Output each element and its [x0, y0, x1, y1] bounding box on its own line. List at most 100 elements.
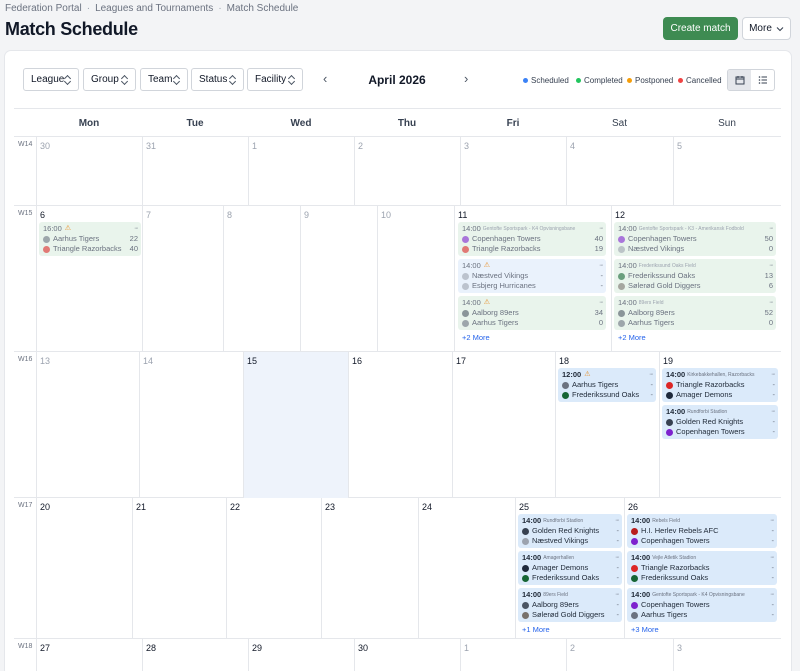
event-menu-icon[interactable]: ··· — [597, 224, 603, 234]
list-view-button[interactable] — [751, 70, 774, 90]
day-cell[interactable]: 3 — [673, 639, 781, 671]
match-event[interactable]: 14:00 89ers Field ··· Aalborg 89ers - Sølerød… — [518, 588, 622, 622]
event-menu-icon[interactable]: ··· — [769, 370, 775, 380]
day-cell[interactable]: 27 — [36, 639, 142, 671]
warning-icon: ⚠ — [584, 371, 591, 378]
event-menu-icon[interactable]: ··· — [613, 553, 619, 563]
match-event[interactable]: 14:00 Rebels Field ··· H.I. Herlev Rebels A… — [627, 514, 777, 548]
match-event[interactable]: 16:00 ⚠ ··· Aarhus Tigers 22 Triangle Razorba… — [39, 222, 141, 256]
match-event[interactable]: 14:00 Gentofte Sportspark - K4 Opvisnings… — [627, 588, 777, 622]
day-cell[interactable]: 2 — [354, 137, 460, 206]
day-cell[interactable]: 28 — [142, 639, 248, 671]
event-menu-icon[interactable]: ··· — [767, 224, 773, 234]
filter-facility[interactable]: Facility — [247, 68, 303, 91]
day-cell[interactable]: 4 — [566, 137, 673, 206]
match-event[interactable]: 14:00 Rundforbi Stadion ··· Golden Red Knig… — [662, 405, 778, 439]
event-menu-icon[interactable]: ··· — [647, 370, 653, 380]
event-menu-icon[interactable]: ··· — [768, 553, 774, 563]
match-event[interactable]: 14:00 ⚠ ··· Aalborg 89ers 34 Aarhus Tigers 0 — [458, 296, 606, 330]
more-button[interactable]: More — [742, 17, 791, 40]
event-menu-icon[interactable]: ··· — [597, 261, 603, 271]
day-cell[interactable]: 30 — [354, 639, 460, 671]
next-month-icon[interactable]: › — [464, 71, 468, 86]
day-cell[interactable]: 7 — [142, 206, 223, 352]
breadcrumb-leagues[interactable]: Leagues and Tournaments — [95, 3, 213, 14]
match-event[interactable]: 12:00 ⚠ ··· Aarhus Tigers - Frederikssund Oak… — [558, 368, 656, 402]
weekday-sun: Sun — [718, 118, 736, 129]
event-menu-icon[interactable]: ··· — [597, 298, 603, 308]
select-arrows-icon — [64, 74, 72, 86]
day-cell[interactable]: 31 — [142, 137, 248, 206]
team-name: H.I. Herlev Rebels AFC — [641, 526, 719, 535]
match-event[interactable]: 14:00 Gentofte Sportspark - K4 Opvisnings… — [458, 222, 606, 256]
day-cell[interactable]: 23 — [321, 498, 418, 639]
team-score: 52 — [764, 308, 773, 317]
team-score: - — [771, 600, 775, 609]
day-cell[interactable]: 15 — [243, 352, 348, 498]
day-cell[interactable]: 24 — [418, 498, 515, 639]
day-cell[interactable]: 9 — [300, 206, 377, 352]
team-row: Frederikssund Oaks - — [562, 390, 653, 400]
more-events-link[interactable]: +3 More — [631, 625, 659, 634]
schedule-card: League Group Team Status Facility ‹ Apri… — [5, 51, 791, 671]
event-menu-icon[interactable]: ··· — [768, 516, 774, 526]
team-row: H.I. Herlev Rebels AFC - — [631, 526, 774, 536]
team-logo-icon — [618, 282, 625, 290]
day-cell[interactable]: 30 — [36, 137, 142, 206]
filter-status[interactable]: Status — [191, 68, 244, 91]
calendar-view-button[interactable] — [728, 70, 751, 90]
create-match-button[interactable]: Create match — [663, 17, 738, 40]
day-cell[interactable]: 3 — [460, 137, 566, 206]
more-events-link[interactable]: +2 More — [618, 333, 646, 342]
match-event[interactable]: 14:00 Vejle Atletik Stadion ··· Triangle Ra… — [627, 551, 777, 585]
breadcrumb-separator: · — [86, 3, 91, 14]
day-cell[interactable]: 1 — [248, 137, 354, 206]
date-number: 1 — [464, 643, 470, 653]
team-row: Næstved Vikings - — [522, 536, 619, 546]
match-event[interactable]: 14:00 89ers Field ··· Aalborg 89ers 52 Aarhus… — [614, 296, 776, 330]
team-score: 0 — [768, 244, 773, 253]
day-cell[interactable]: 1 — [460, 639, 566, 671]
day-cell[interactable]: 13 — [36, 352, 139, 498]
filter-league[interactable]: League — [23, 68, 79, 91]
match-event[interactable]: 14:00 Frederikssund Oaks Field ··· Frederik… — [614, 259, 776, 293]
more-events-link[interactable]: +1 More — [522, 625, 550, 634]
legend-label: Cancelled — [686, 76, 722, 85]
event-menu-icon[interactable]: ··· — [613, 590, 619, 600]
match-event[interactable]: 14:00 Kirkebakkehallen, Razorbacks ··· Tria… — [662, 368, 778, 402]
match-event[interactable]: 14:00 Gentofte Sportspark - K3 - Amerikan… — [614, 222, 776, 256]
event-menu-icon[interactable]: ··· — [768, 590, 774, 600]
match-event[interactable]: 14:00 Rundforbi Stadion ··· Golden Red Knig… — [518, 514, 622, 548]
day-cell[interactable]: 22 — [226, 498, 321, 639]
team-logo-icon — [618, 245, 625, 253]
event-menu-icon[interactable]: ··· — [767, 261, 773, 271]
day-cell[interactable]: 29 — [248, 639, 354, 671]
event-menu-icon[interactable]: ··· — [767, 298, 773, 308]
match-event[interactable]: 14:00 Amagerhallen ··· Amager Demons - Freder… — [518, 551, 622, 585]
day-cell[interactable]: 21 — [132, 498, 226, 639]
date-number: 2 — [358, 141, 364, 151]
event-menu-icon[interactable]: ··· — [613, 516, 619, 526]
prev-month-icon[interactable]: ‹ — [323, 71, 327, 86]
event-menu-icon[interactable]: ··· — [132, 224, 138, 234]
legend-label: Postponed — [635, 76, 674, 85]
week-row: W14 30 31 1 2 3 4 5 — [14, 137, 781, 206]
breadcrumb-federation-portal[interactable]: Federation Portal — [5, 3, 82, 14]
day-cell[interactable]: 2 — [566, 639, 673, 671]
more-events-link[interactable]: +2 More — [462, 333, 490, 342]
filter-group[interactable]: Group — [83, 68, 136, 91]
day-cell[interactable]: 5 — [673, 137, 781, 206]
team-score: - — [650, 390, 654, 399]
day-cell[interactable]: 8 — [223, 206, 300, 352]
match-event[interactable]: 14:00 ⚠ ··· Næstved Vikings - Esbjerg Hurrica… — [458, 259, 606, 293]
day-cell[interactable]: 20 — [36, 498, 132, 639]
filter-team[interactable]: Team — [140, 68, 188, 91]
team-logo-icon — [522, 601, 529, 609]
event-time: 14:00 — [631, 516, 651, 525]
day-cell[interactable]: 10 — [377, 206, 454, 352]
day-cell[interactable]: 14 — [139, 352, 243, 498]
day-cell[interactable]: 16 — [348, 352, 452, 498]
day-cell[interactable]: 17 — [452, 352, 555, 498]
event-menu-icon[interactable]: ··· — [769, 407, 775, 417]
event-time: 14:00 — [666, 370, 686, 379]
